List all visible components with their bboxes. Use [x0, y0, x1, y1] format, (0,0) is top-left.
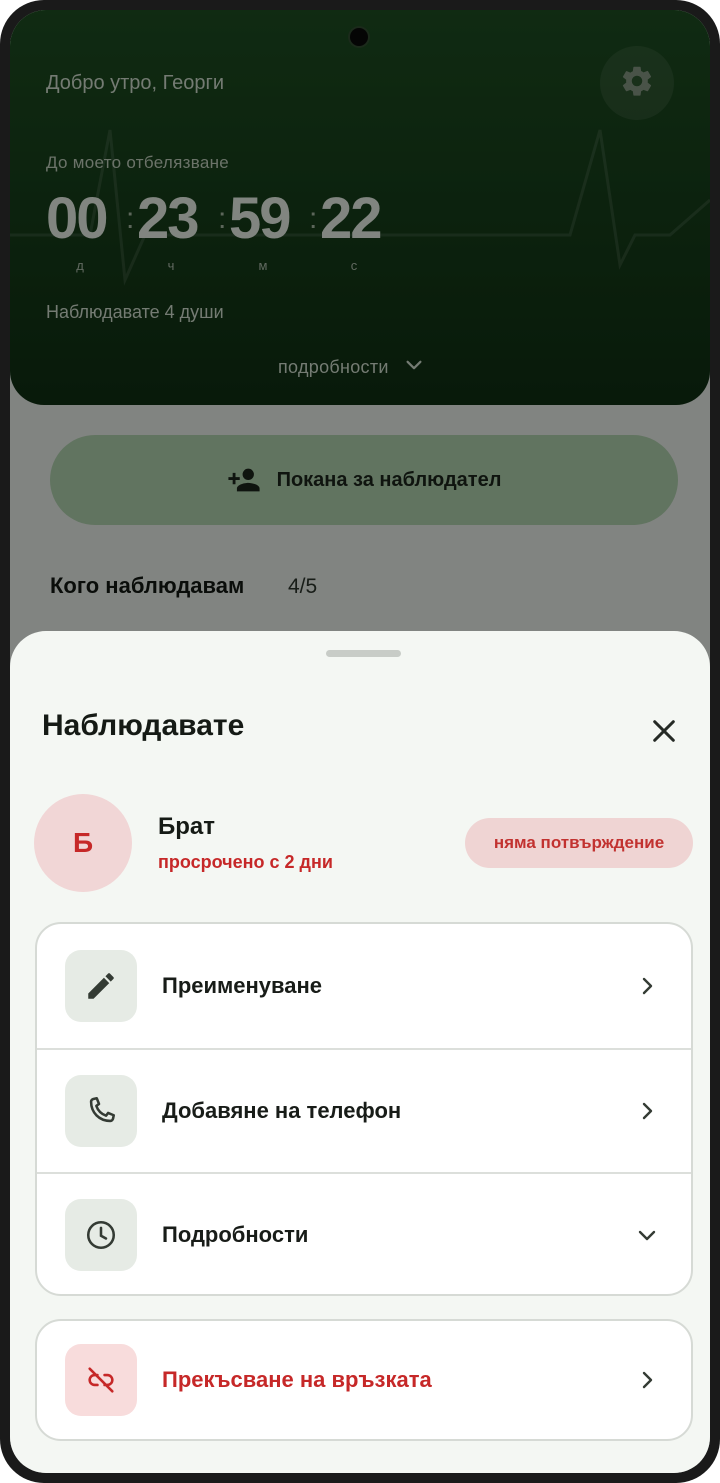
close-icon — [648, 715, 680, 747]
rename-label: Преименуване — [162, 973, 323, 998]
rename-action[interactable]: Преименуване — [37, 924, 691, 1048]
front-camera — [350, 28, 368, 46]
clock-icon — [65, 1199, 137, 1271]
person-name: Брат — [158, 813, 216, 840]
sheet-drag-handle[interactable] — [326, 650, 401, 657]
chevron-right-icon — [633, 972, 661, 1000]
add-phone-action[interactable]: Добавяне на телефон — [37, 1048, 691, 1172]
chevron-right-icon — [633, 1366, 661, 1394]
person-status: просрочено с 2 дни — [158, 852, 333, 872]
pencil-icon — [65, 950, 137, 1022]
avatar: Б — [34, 794, 132, 892]
add-phone-label: Добавяне на телефон — [162, 1098, 402, 1123]
disconnect-label: Прекъсване на връзката — [162, 1367, 432, 1392]
screen: Добро утро, Георги До моето отбелязване … — [10, 10, 710, 1473]
disconnect-action[interactable]: Прекъсване на връзката — [37, 1321, 691, 1439]
actions-card: Преименуване Добавяне на телефон Подробн… — [35, 922, 693, 1296]
chevron-down-icon — [633, 1221, 661, 1249]
details-action[interactable]: Подробности — [37, 1172, 691, 1294]
bottom-sheet: Наблюдавате Б Брат просрочено с 2 дни ня… — [10, 631, 710, 1473]
danger-card: Прекъсване на връзката — [35, 1319, 693, 1441]
phone-icon — [65, 1075, 137, 1147]
link-off-icon — [65, 1344, 137, 1416]
status-badge: няма потвърждение — [465, 818, 693, 868]
chevron-right-icon — [633, 1097, 661, 1125]
close-button[interactable] — [640, 707, 688, 755]
sheet-title: Наблюдавате — [42, 709, 245, 742]
device-frame: Добро утро, Георги До моето отбелязване … — [0, 0, 720, 1483]
details-label: Подробности — [162, 1222, 309, 1247]
